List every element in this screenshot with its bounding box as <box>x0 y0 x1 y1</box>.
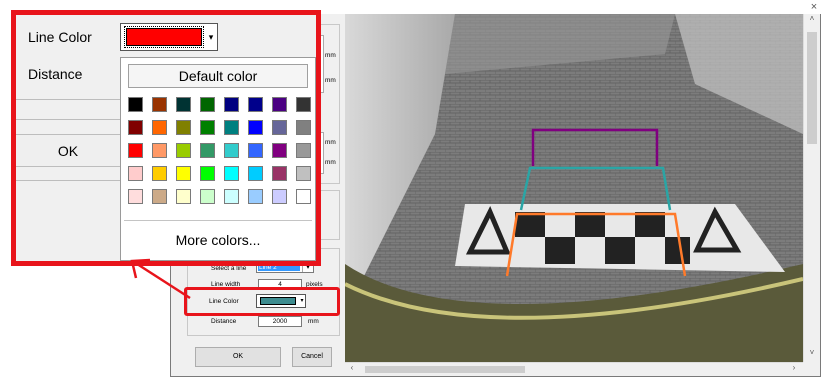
scroll-right-icon[interactable]: › <box>787 363 801 376</box>
palette-divider <box>124 220 312 221</box>
vertical-scroll-thumb[interactable] <box>807 32 817 144</box>
horizontal-scrollbar[interactable]: ‹ › <box>345 362 803 376</box>
color-swatch-1-2[interactable] <box>176 120 191 135</box>
cancel-button[interactable]: Cancel <box>292 347 332 367</box>
zoomed-separator-3 <box>16 180 120 181</box>
default-color-button[interactable]: Default color <box>128 64 308 88</box>
color-swatch-3-4[interactable] <box>224 166 239 181</box>
distance-label: Distance <box>211 318 237 325</box>
color-swatch-4-1[interactable] <box>152 189 167 204</box>
close-icon: × <box>810 1 818 13</box>
scroll-left-icon[interactable]: ‹ <box>345 363 359 376</box>
zoomed-ok-button[interactable]: OK <box>16 134 120 167</box>
unit-mm-4: mm <box>325 159 336 166</box>
color-swatch-2-4[interactable] <box>224 143 239 158</box>
selected-color-swatch <box>124 26 204 48</box>
distance-input[interactable]: 2000 <box>258 316 302 327</box>
callout-arrow-icon <box>130 258 191 300</box>
color-swatch-4-7[interactable] <box>296 189 311 204</box>
color-swatch-4-4[interactable] <box>224 189 239 204</box>
color-swatch-3-2[interactable] <box>176 166 191 181</box>
color-swatch-1-6[interactable] <box>272 120 287 135</box>
color-swatch-1-0[interactable] <box>128 120 143 135</box>
color-swatch-3-3[interactable] <box>200 166 215 181</box>
color-swatch-4-2[interactable] <box>176 189 191 204</box>
unit-mm-3: mm <box>325 139 336 146</box>
camera-image <box>345 14 803 362</box>
color-swatch-0-1[interactable] <box>152 97 167 112</box>
color-swatch-1-3[interactable] <box>200 120 215 135</box>
horizontal-scroll-thumb[interactable] <box>365 366 525 373</box>
scroll-down-icon[interactable]: ˅ <box>804 348 820 362</box>
color-swatch-0-6[interactable] <box>272 97 287 112</box>
color-swatch-4-3[interactable] <box>200 189 215 204</box>
color-swatch-3-5[interactable] <box>248 166 263 181</box>
color-swatch-0-5[interactable] <box>248 97 263 112</box>
color-swatch-1-1[interactable] <box>152 120 167 135</box>
unit-mm-1: mm <box>325 52 336 59</box>
color-swatch-0-7[interactable] <box>296 97 311 112</box>
color-swatch-3-7[interactable] <box>296 166 311 181</box>
zoomed-color-popup: Line Color Distance OK ▾ Default color M… <box>11 10 321 266</box>
color-swatch-2-7[interactable] <box>296 143 311 158</box>
color-swatch-4-5[interactable] <box>248 189 263 204</box>
color-swatch-0-2[interactable] <box>176 97 191 112</box>
color-swatch-2-5[interactable] <box>248 143 263 158</box>
chevron-down-icon[interactable]: ▾ <box>204 28 218 46</box>
distance-unit: mm <box>308 318 319 325</box>
zoomed-line-color-label: Line Color <box>28 29 92 45</box>
color-swatch-3-1[interactable] <box>152 166 167 181</box>
color-swatch-1-7[interactable] <box>296 120 311 135</box>
color-swatch-4-6[interactable] <box>272 189 287 204</box>
color-swatch-4-0[interactable] <box>128 189 143 204</box>
color-swatch-3-0[interactable] <box>128 166 143 181</box>
color-swatch-3-6[interactable] <box>272 166 287 181</box>
zoomed-distance-label: Distance <box>28 66 83 82</box>
color-swatch-0-0[interactable] <box>128 97 143 112</box>
color-swatch-2-1[interactable] <box>152 143 167 158</box>
color-swatch-2-2[interactable] <box>176 143 191 158</box>
scroll-up-icon[interactable]: ˄ <box>804 14 820 28</box>
color-swatch-0-3[interactable] <box>200 97 215 112</box>
vertical-scrollbar[interactable]: ˄ ˅ <box>803 14 820 362</box>
color-swatch-1-5[interactable] <box>248 120 263 135</box>
color-swatch-2-3[interactable] <box>200 143 215 158</box>
ok-button[interactable]: OK <box>195 347 281 367</box>
color-swatch-0-4[interactable] <box>224 97 239 112</box>
unit-mm-2: mm <box>325 77 336 84</box>
camera-view <box>345 14 803 362</box>
color-swatch-2-6[interactable] <box>272 143 287 158</box>
line-color-highlight <box>184 287 340 316</box>
color-swatch-1-4[interactable] <box>224 120 239 135</box>
color-swatch-2-0[interactable] <box>126 141 145 160</box>
zoomed-separator-2 <box>16 119 120 120</box>
close-button[interactable]: × <box>808 1 820 13</box>
select-line-label: Select a line <box>211 265 247 272</box>
zoomed-separator-1 <box>16 99 120 100</box>
